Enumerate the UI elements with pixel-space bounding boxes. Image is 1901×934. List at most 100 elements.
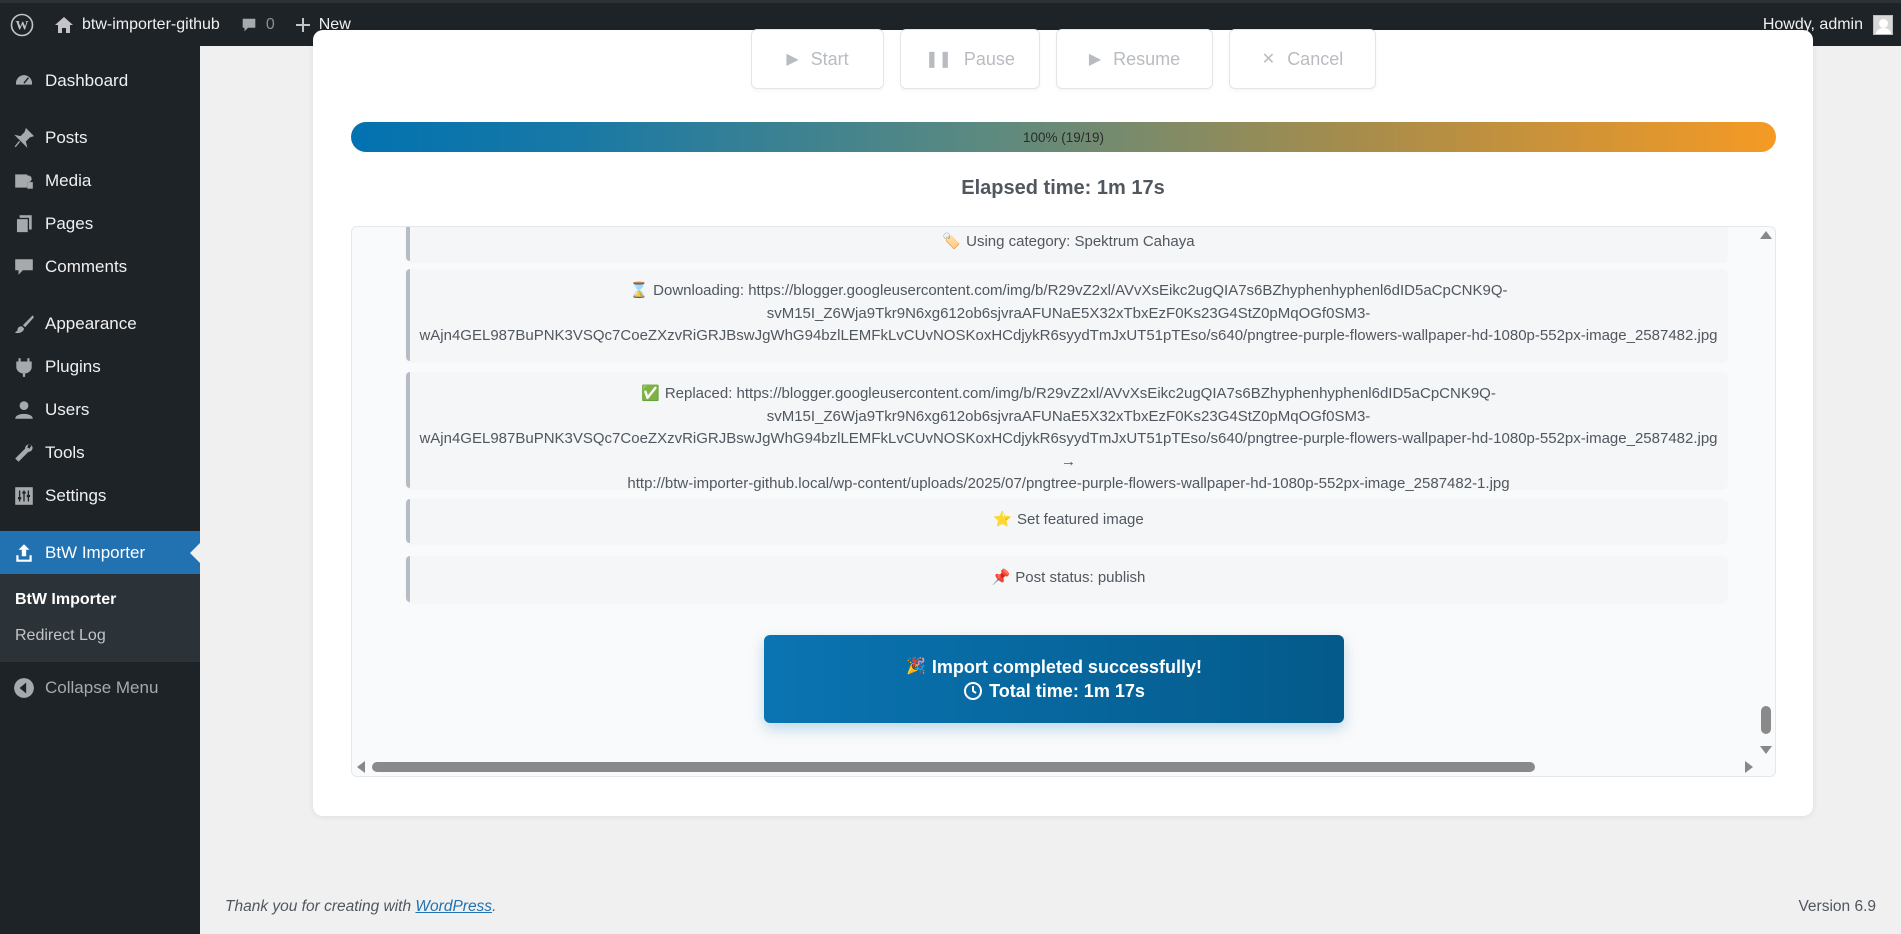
upload-icon: [12, 541, 36, 565]
log-line: 📌 Post status: publish: [410, 567, 1727, 590]
resume-label: Resume: [1113, 48, 1181, 69]
comments-link[interactable]: 0: [230, 3, 285, 46]
scroll-down-arrow[interactable]: [1760, 746, 1772, 754]
wordpress-link[interactable]: WordPress: [415, 898, 492, 915]
menu-label: Plugins: [45, 356, 101, 376]
log-emoji-icon: 🏷️: [942, 233, 962, 250]
menu-pages[interactable]: Pages: [0, 202, 200, 245]
collapse-label: Collapse Menu: [45, 677, 159, 697]
footer-thanks: Thank you for creating with WordPress.: [225, 898, 496, 916]
pushpin-icon: [12, 126, 36, 150]
pause-icon: ❚❚: [925, 51, 952, 68]
log-text: svM15I_Z6Wja9Tkr9N6xg612ob6sjvraAFUNaE5X…: [766, 407, 1371, 425]
log-line: ✅ Replaced: https://blogger.googleusercon…: [410, 383, 1727, 406]
cancel-button[interactable]: ✕ Cancel: [1229, 29, 1376, 89]
elapsed-time: Elapsed time: 1m 17s: [961, 177, 1165, 199]
menu-label: Comments: [45, 256, 128, 276]
done-message: Import completed successfully!: [931, 657, 1202, 677]
paintbrush-icon: [12, 312, 36, 336]
admin-sidebar: Dashboard Posts Media Pages Comments App…: [0, 46, 200, 934]
user-icon: [12, 398, 36, 422]
menu-comments[interactable]: Comments: [0, 245, 200, 288]
media-icon: [12, 169, 36, 193]
scroll-up-arrow[interactable]: [1760, 231, 1772, 239]
close-icon: ✕: [1261, 51, 1276, 68]
footer-thanks-prefix: Thank you for creating with: [225, 898, 416, 915]
menu-label: Media: [45, 170, 92, 190]
footer-thanks-suffix: .: [492, 898, 497, 915]
collapse-icon: [12, 676, 36, 700]
menu-label: Users: [45, 399, 90, 419]
menu-label: Appearance: [45, 313, 137, 333]
menu-posts[interactable]: Posts: [0, 116, 200, 159]
log-text: wAjn4GEL987BuPNK3VSQc7CoeZXzvRiGRJBswJgW…: [419, 327, 1718, 344]
site-name-link[interactable]: btw-importer-github: [44, 3, 230, 46]
play-icon: ▶: [1088, 51, 1102, 68]
svg-text:W: W: [16, 17, 29, 32]
log-entry: 📌 Post status: publish: [406, 556, 1727, 602]
log-emoji-icon: ⭐: [993, 511, 1012, 528]
menu-label: Pages: [45, 213, 94, 233]
submenu-btw-importer[interactable]: BtW Importer: [0, 582, 200, 618]
play-icon: ▶: [786, 51, 799, 68]
log-text: Replaced: https://blogger.googleusercont…: [664, 385, 1496, 402]
log-line: wAjn4GEL987BuPNK3VSQc7CoeZXzvRiGRJBswJgW…: [410, 325, 1727, 348]
menu-dashboard[interactable]: Dashboard: [0, 59, 200, 102]
comment-icon: [242, 18, 256, 31]
menu-media[interactable]: Media: [0, 159, 200, 202]
log-text: Set featured image: [1016, 511, 1144, 528]
log-entry: ⌛ Downloading: https://blogger.googleuser…: [406, 269, 1727, 361]
log-entry: ✅ Replaced: https://blogger.googleusercon…: [406, 372, 1727, 492]
menu-label: Posts: [45, 127, 88, 147]
scroll-left-arrow[interactable]: [357, 761, 365, 773]
menu-label: Settings: [45, 485, 107, 505]
avatar: [1873, 14, 1893, 35]
submenu-redirect-log[interactable]: Redirect Log: [0, 618, 200, 654]
start-button[interactable]: ▶ Start: [751, 29, 884, 89]
menu-plugins[interactable]: Plugins: [0, 345, 200, 388]
log-line: http://btw-importer-github.local/wp-cont…: [410, 473, 1727, 496]
plugin-icon: [12, 355, 36, 379]
log-emoji-icon: 📌: [991, 569, 1011, 586]
log-emoji-icon: ✅: [641, 385, 660, 402]
menu-appearance[interactable]: Appearance: [0, 302, 200, 345]
wordpress-logo-icon[interactable]: W: [0, 3, 44, 46]
menu-label: BtW Importer: [45, 542, 146, 562]
log-text: Post status: publish: [1015, 569, 1146, 586]
start-label: Start: [810, 48, 849, 69]
control-buttons: ▶ Start ❚❚ Pause ▶ Resume ✕ Cancel: [751, 29, 1376, 90]
cancel-label: Cancel: [1287, 48, 1344, 69]
log-text: Downloading: https://blogger.googleuserc…: [653, 282, 1508, 299]
log-text: Using category: Spektrum Cahaya: [966, 233, 1195, 250]
log-text: svM15I_Z6Wja9Tkr9N6xg612ob6sjvraAFUNaE5X…: [766, 304, 1371, 322]
home-icon: [55, 16, 73, 33]
settings-icon: [12, 484, 36, 508]
collapse-menu-button[interactable]: Collapse Menu: [0, 666, 200, 709]
log-emoji-icon: ⌛: [629, 282, 649, 299]
resume-button[interactable]: ▶ Resume: [1056, 29, 1213, 89]
horizontal-scrollbar-thumb[interactable]: [372, 762, 1535, 772]
menu-users[interactable]: Users: [0, 388, 200, 431]
menu-tools[interactable]: Tools: [0, 431, 200, 474]
log-entry: ⭐ Set featured image: [406, 499, 1727, 543]
comments-count: 0: [265, 15, 275, 33]
wrench-icon: [12, 441, 36, 465]
dashboard-icon: [12, 69, 36, 93]
import-progress-bar: 100% (19/19): [351, 122, 1776, 152]
log-line: wAjn4GEL987BuPNK3VSQc7CoeZXzvRiGRJBswJgW…: [410, 428, 1727, 473]
comment-icon: [12, 255, 36, 279]
menu-btw-importer[interactable]: BtW Importer: [0, 531, 200, 574]
log-entry: 🏷️ Using category: Spektrum Cahaya: [406, 227, 1727, 261]
importer-panel: ▶ Start ❚❚ Pause ▶ Resume ✕ Cancel 100% (19/…: [313, 29, 1813, 816]
scroll-right-arrow[interactable]: [1745, 761, 1753, 773]
plus-icon: [295, 17, 310, 32]
log-text: http://btw-importer-github.local/wp-cont…: [627, 475, 1510, 492]
log-line: 🏷️ Using category: Spektrum Cahaya: [410, 231, 1727, 254]
total-time: Total time: 1m 17s: [989, 681, 1145, 701]
pause-button[interactable]: ❚❚ Pause: [900, 29, 1040, 89]
import-log[interactable]: 🏷️ Using category: Spektrum Cahaya ⌛ Downlo…: [351, 226, 1776, 777]
vertical-scrollbar-thumb[interactable]: [1761, 706, 1771, 734]
menu-settings[interactable]: Settings: [0, 474, 200, 517]
import-complete-banner: 🎉 Import completed successfully! Total ti…: [764, 635, 1344, 723]
site-name: btw-importer-github: [82, 15, 220, 33]
